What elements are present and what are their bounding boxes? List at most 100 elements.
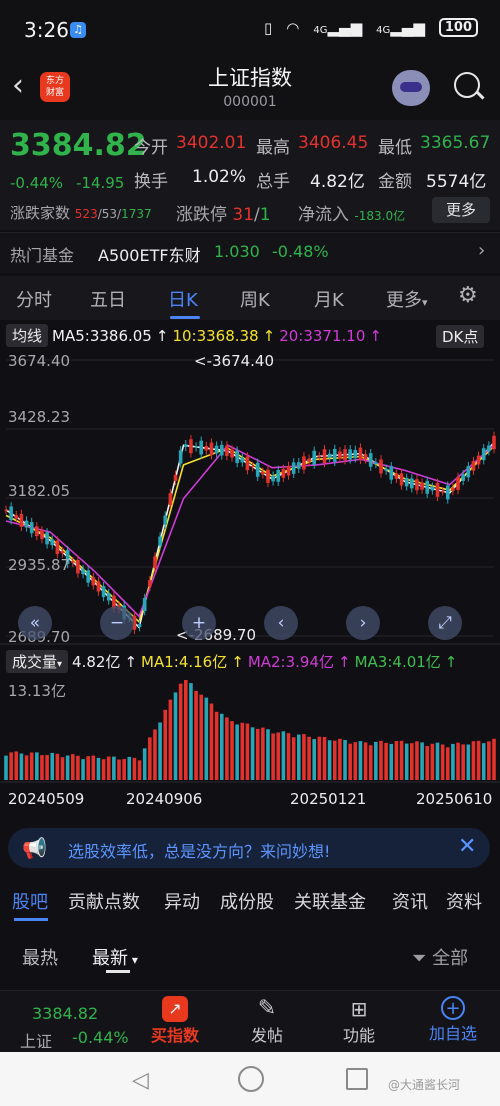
volume-bar: [173, 692, 178, 780]
tab-daily-k[interactable]: 日K: [168, 286, 198, 312]
candle-body: [9, 506, 13, 521]
search-icon[interactable]: [454, 72, 480, 98]
candle-body: [245, 456, 250, 471]
candle-body: [286, 465, 291, 476]
tab-contribution[interactable]: 贡献点数: [68, 888, 140, 914]
volume-bar: [353, 742, 358, 780]
nav-post[interactable]: ✎ 发帖: [232, 996, 302, 1046]
system-home-icon[interactable]: [238, 1066, 264, 1092]
tab-monthly-k[interactable]: 月K: [314, 286, 344, 312]
candle-body: [50, 539, 55, 546]
candle-body: [158, 536, 162, 546]
volume-bar: [332, 740, 337, 780]
candle-body: [240, 457, 245, 463]
candle-body: [394, 473, 399, 479]
settings-gear-icon[interactable]: ⚙: [458, 283, 478, 308]
zoom-out-icon[interactable]: −: [100, 606, 134, 640]
volume-bar: [70, 754, 75, 780]
system-recents-icon[interactable]: [346, 1068, 368, 1090]
volume-bar: [445, 747, 450, 780]
open-value: 3402.01: [176, 133, 247, 153]
volume-bar: [492, 738, 496, 780]
change-abs: -14.95: [76, 174, 125, 192]
volume-bar: [461, 744, 465, 780]
promo-text[interactable]: 选股效率低，总是没方向？来问妙想!: [68, 838, 330, 862]
candle-body: [307, 458, 311, 462]
tab-five-day[interactable]: 五日: [90, 286, 126, 312]
volume-bar: [286, 733, 291, 780]
change-pct: -0.44%: [10, 174, 64, 192]
signal-icon-1: 4G▂▄▆: [313, 18, 363, 37]
close-icon[interactable]: ✕: [458, 834, 476, 859]
dk-point-button[interactable]: DK点: [436, 325, 485, 348]
volume-bar: [322, 737, 327, 780]
volume-bar: [338, 738, 342, 780]
chevron-right-icon[interactable]: ›: [478, 240, 485, 261]
candle-body: [60, 551, 65, 554]
sort-hot[interactable]: 最热: [22, 944, 58, 970]
candle-body: [219, 444, 224, 456]
add-circle-icon: +: [441, 996, 465, 1020]
volume-mode-button[interactable]: 成交量▾: [6, 650, 69, 673]
grid-icon: ⊞: [350, 997, 368, 1021]
volume-bar: [255, 728, 260, 780]
sort-latest[interactable]: 最新 ▾: [92, 944, 138, 970]
candle-body: [168, 493, 173, 505]
volume-bar: [302, 734, 306, 780]
watermark: @大通酱长河: [388, 1078, 461, 1092]
tab-news[interactable]: 资讯: [392, 888, 428, 914]
candle-body: [327, 453, 332, 458]
volume-bar: [219, 713, 224, 780]
scroll-left-fast-icon[interactable]: «: [18, 606, 52, 640]
nav-buy-index[interactable]: ↗ 买指数: [140, 996, 210, 1046]
volume-bar: [24, 755, 29, 780]
zoom-in-icon[interactable]: +: [182, 606, 216, 640]
volume-bar: [214, 711, 219, 780]
assistant-robot-icon[interactable]: [392, 70, 430, 106]
volume-bar: [281, 731, 286, 780]
volume-bar: [117, 759, 121, 780]
ma-mode-button[interactable]: 均线: [6, 324, 49, 347]
volume-bar: [466, 744, 471, 780]
volume-bar: [106, 756, 111, 780]
nav-functions[interactable]: ⊞ 功能: [324, 996, 394, 1046]
scroll-left-icon[interactable]: ‹: [264, 606, 298, 640]
volume-bar: [225, 717, 229, 780]
system-back-icon[interactable]: ◁: [132, 1068, 149, 1093]
volume-bar: [266, 729, 270, 780]
candle-body: [86, 570, 90, 583]
candle-body: [363, 454, 368, 460]
tab-related-funds[interactable]: 关联基金: [294, 888, 366, 914]
tab-intraday[interactable]: 分时: [16, 286, 52, 312]
more-button[interactable]: 更多: [432, 197, 490, 223]
volume-bar: [291, 737, 296, 780]
high-value: 3406.45: [298, 133, 369, 153]
scroll-right-icon[interactable]: ›: [346, 606, 380, 640]
volume-bar: [404, 743, 409, 780]
tab-profile[interactable]: 资料: [446, 888, 482, 914]
candle-body: [343, 449, 347, 461]
candle-body: [70, 561, 75, 563]
y-label-4: 2935.87: [8, 556, 71, 574]
tab-movement[interactable]: 异动: [164, 888, 200, 914]
battery-icon: 100: [438, 18, 478, 37]
volume-bar: [183, 680, 188, 780]
open-label: 今开: [134, 138, 168, 158]
volume-bar: [50, 752, 55, 780]
tab-forum[interactable]: 股吧: [12, 888, 48, 914]
volume-bar: [9, 752, 13, 780]
fund-name[interactable]: A500ETF东财: [98, 242, 201, 266]
kline-chart[interactable]: [0, 320, 500, 820]
candle-body: [312, 450, 317, 465]
fullscreen-icon[interactable]: ⤢: [428, 606, 462, 640]
filter-all[interactable]: ⏷ 全部: [412, 944, 468, 970]
volume-bar: [132, 757, 137, 780]
tab-constituents[interactable]: 成份股: [220, 888, 274, 914]
candle-body: [281, 468, 286, 478]
volume-bar: [440, 744, 445, 780]
candle-body: [76, 559, 80, 574]
tab-more[interactable]: 更多▾: [386, 286, 428, 312]
nav-add-watchlist[interactable]: + 加自选: [418, 996, 488, 1044]
candle-body: [445, 485, 450, 500]
tab-weekly-k[interactable]: 周K: [240, 286, 270, 312]
